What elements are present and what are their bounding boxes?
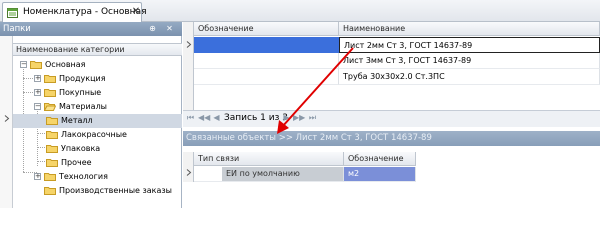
- grid-row-indicator-column: [183, 22, 194, 120]
- tree-item-production-orders[interactable]: Производственные заказы: [13, 184, 182, 198]
- folder-icon: [44, 89, 56, 97]
- tree-item-label: Продукция: [59, 74, 106, 83]
- row-indicator-icon: [186, 169, 192, 176]
- tree-item-main[interactable]: − Основная: [13, 58, 182, 72]
- category-column-header[interactable]: Наименование категории: [13, 43, 182, 56]
- tree-item-label: Материалы: [59, 102, 107, 111]
- tab-nomenclature[interactable]: Номенклатура - Основная ✕: [2, 2, 147, 22]
- cell-name[interactable]: Труба 30х30х2.0 Ст.3ПС: [339, 69, 600, 85]
- tree-item-label: Технология: [59, 172, 108, 181]
- tree-item-label: Металл: [61, 116, 93, 125]
- expand-icon[interactable]: +: [34, 75, 41, 82]
- tree-item-purchased[interactable]: + Покупные: [13, 86, 182, 100]
- folder-icon: [46, 159, 58, 167]
- folder-open-icon: [44, 103, 56, 111]
- tree-item-label: Основная: [45, 60, 86, 69]
- tree-item-label: Прочее: [61, 158, 92, 167]
- tree-item-label: Покупные: [59, 88, 102, 97]
- row-indicator-icon: [4, 115, 10, 122]
- tree-row-indicator-column: [0, 36, 13, 208]
- column-header-object-designation[interactable]: Обозначение о...: [344, 152, 416, 176]
- folders-panel-title: Папки: [3, 24, 31, 34]
- tab-label: Номенклатура - Основная: [23, 7, 147, 17]
- column-header-name[interactable]: Наименование: [339, 22, 600, 36]
- collapse-icon[interactable]: −: [34, 103, 41, 110]
- related-row-indicator-column: [183, 152, 194, 182]
- folder-icon: [44, 187, 56, 195]
- prev-page-icon[interactable]: ◀◀: [198, 113, 210, 123]
- tree-item-metal[interactable]: Металл: [13, 114, 182, 128]
- folder-icon: [46, 145, 58, 153]
- panel-close-icon[interactable]: ✕: [164, 22, 175, 36]
- folder-icon: [30, 61, 42, 69]
- tree-item-technology[interactable]: + Технология: [13, 170, 182, 184]
- first-record-icon[interactable]: ⏮: [186, 113, 195, 123]
- row-indicator-icon: [186, 41, 192, 48]
- nomenclature-icon: [7, 8, 18, 18]
- prev-record-icon[interactable]: ◀: [212, 113, 221, 123]
- cell-link-type[interactable]: ЕИ по умолчанию: [222, 167, 344, 182]
- folder-icon: [44, 173, 56, 181]
- tab-close-icon[interactable]: ✕: [130, 5, 142, 19]
- annotation-arrow: [277, 47, 354, 134]
- tree-item-products[interactable]: + Продукция: [13, 72, 182, 86]
- expand-icon[interactable]: +: [34, 173, 41, 180]
- column-header-link-type[interactable]: Тип связи: [194, 152, 344, 166]
- cell-name[interactable]: Лист 3мм Ст 3, ГОСТ 14637-89: [339, 53, 600, 69]
- tree-item-paints[interactable]: Лакокрасочные: [13, 128, 182, 142]
- collapse-icon[interactable]: −: [20, 61, 27, 68]
- tree-item-label: Производственные заказы: [59, 186, 172, 195]
- tree-item-label: Упаковка: [61, 144, 101, 153]
- pin-icon[interactable]: ⊕: [147, 22, 158, 36]
- folder-icon: [46, 117, 58, 125]
- cell-object-designation[interactable]: м2: [344, 167, 416, 182]
- tree-item-label: Лакокрасочные: [61, 130, 127, 139]
- tree-item-packaging[interactable]: Упаковка: [13, 142, 182, 156]
- folder-icon: [44, 75, 56, 83]
- related-objects-header: Связанные объекты >> Лист 2мм Ст 3, ГОСТ…: [183, 131, 600, 146]
- tree-item-other[interactable]: Прочее: [13, 156, 182, 170]
- expand-icon[interactable]: +: [34, 89, 41, 96]
- folder-icon: [46, 131, 58, 139]
- column-header-designation[interactable]: Обозначение: [194, 22, 339, 36]
- cell-name-selected[interactable]: Лист 2мм Ст 3, ГОСТ 14637-89: [339, 37, 600, 53]
- tree-item-materials[interactable]: − Материалы: [13, 100, 182, 114]
